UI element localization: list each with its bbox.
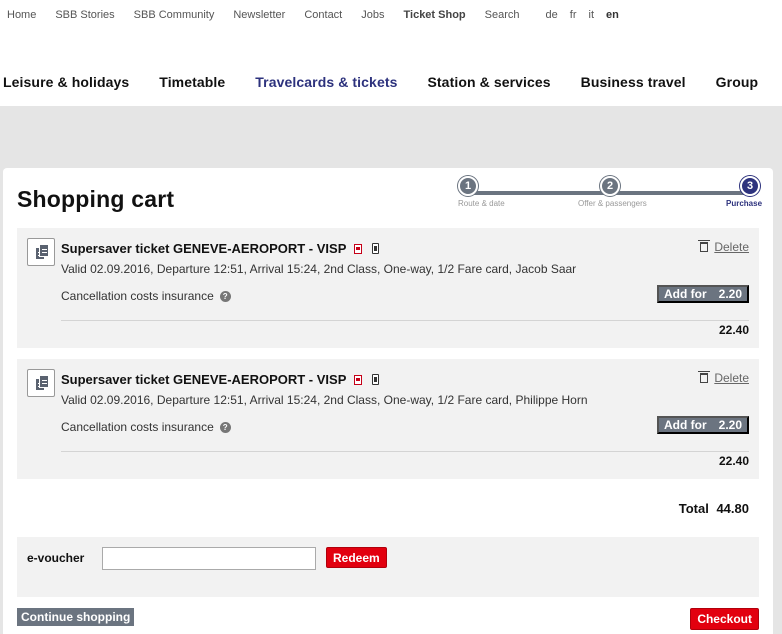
mainnav-station-services[interactable]: Station & services (427, 74, 550, 90)
cart-total: Total 44.80 (679, 501, 749, 516)
topnav-jobs-link[interactable]: Jobs (361, 9, 384, 21)
insurance-text: Cancellation costs insurance (61, 420, 214, 434)
help-icon[interactable]: ? (219, 421, 231, 433)
insurance-text: Cancellation costs insurance (61, 289, 214, 303)
item-divider (61, 320, 749, 321)
lang-en-link[interactable]: en (606, 9, 619, 21)
ticket-title: Supersaver ticket GENEVE-AEROPORT - VISP (61, 241, 386, 257)
voucher-section: e-voucher Redeem (17, 537, 759, 597)
cart-panel: Shopping cart 1 Route & date 2 Offer & p… (3, 168, 773, 634)
delete-label: Delete (714, 371, 749, 385)
ticket-title: Supersaver ticket GENEVE-AEROPORT - VISP (61, 372, 386, 388)
checkout-stepper: 1 Route & date 2 Offer & passengers 3 Pu… (458, 176, 762, 216)
insurance-label: Cancellation costs insurance ? (61, 420, 231, 434)
addfor-label: Add for (663, 287, 707, 301)
step-label: Route & date (458, 199, 505, 208)
step-label: Purchase (726, 199, 763, 208)
add-insurance-button[interactable]: Add for 2.20 (656, 416, 749, 434)
mainnav-leisure-holidays[interactable]: Leisure & holidays (3, 74, 129, 90)
trash-icon (698, 371, 711, 383)
trash-icon (698, 240, 711, 252)
mainnav-business-travel[interactable]: Business travel (581, 74, 686, 90)
step-route-date[interactable]: 1 Route & date (458, 176, 528, 208)
print-at-home-icon (353, 375, 362, 385)
mobile-ticket-icon (372, 374, 380, 385)
addfor-amount: 2.20 (718, 287, 742, 301)
total-amount: 44.80 (716, 501, 749, 516)
cart-item: Supersaver ticket GENEVE-AEROPORT - VISP… (17, 359, 759, 479)
insurance-label: Cancellation costs insurance ? (61, 289, 231, 303)
voucher-label: e-voucher (27, 551, 85, 565)
step-number: 1 (458, 176, 478, 196)
voucher-input[interactable] (102, 547, 316, 570)
ticket-detail: Valid 02.09.2016, Departure 12:51, Arriv… (61, 262, 577, 276)
addfor-label: Add for (663, 418, 707, 432)
topnav-newsletter-link[interactable]: Newsletter (233, 9, 285, 21)
step-number: 3 (740, 176, 760, 196)
step-number: 2 (600, 176, 620, 196)
total-label: Total (678, 501, 709, 516)
ticket-icon (27, 238, 55, 266)
main-nav: Leisure & holidays Timetable Travelcards… (0, 66, 782, 98)
lang-fr-link[interactable]: fr (570, 9, 577, 21)
topnav-home-link[interactable]: Home (7, 9, 36, 21)
page-title: Shopping cart (17, 186, 175, 212)
mainnav-group[interactable]: Group (716, 74, 759, 90)
mainnav-travelcards-tickets[interactable]: Travelcards & tickets (255, 74, 397, 90)
checkout-button[interactable]: Checkout (690, 608, 759, 630)
mainnav-timetable[interactable]: Timetable (159, 74, 225, 90)
add-insurance-button[interactable]: Add for 2.20 (656, 285, 749, 303)
ticket-title-text: Supersaver ticket GENEVE-AEROPORT - VISP (61, 372, 347, 387)
ticket-detail: Valid 02.09.2016, Departure 12:51, Arriv… (61, 393, 588, 407)
continue-shopping-button[interactable]: Continue shopping (17, 608, 135, 626)
topnav-search-link[interactable]: Search (485, 9, 520, 21)
step-purchase: 3 Purchase (726, 176, 782, 208)
item-price: 22.40 (718, 454, 749, 468)
item-divider (61, 451, 749, 452)
item-price: 22.40 (718, 323, 749, 337)
topnav-ticket-shop-link[interactable]: Ticket Shop (404, 9, 466, 21)
lang-de-link[interactable]: de (546, 9, 558, 21)
step-offer-passengers[interactable]: 2 Offer & passengers (578, 176, 668, 208)
lang-it-link[interactable]: it (589, 9, 595, 21)
help-icon[interactable]: ? (219, 290, 231, 302)
topnav-sbb-community-link[interactable]: SBB Community (134, 9, 215, 21)
addfor-amount: 2.20 (718, 418, 742, 432)
topnav-sbb-stories-link[interactable]: SBB Stories (55, 9, 114, 21)
cart-item: Supersaver ticket GENEVE-AEROPORT - VISP… (17, 228, 759, 348)
delete-label: Delete (714, 240, 749, 254)
mobile-ticket-icon (372, 243, 380, 254)
print-at-home-icon (353, 244, 362, 254)
topnav-contact-link[interactable]: Contact (304, 9, 342, 21)
ticket-title-text: Supersaver ticket GENEVE-AEROPORT - VISP (61, 241, 347, 256)
delete-item-button[interactable]: Delete (698, 371, 749, 385)
step-label: Offer & passengers (578, 199, 647, 208)
top-utility-nav: Home SBB Stories SBB Community Newslette… (0, 0, 782, 30)
language-switcher: de fr it en (546, 9, 631, 21)
redeem-button[interactable]: Redeem (326, 547, 387, 568)
ticket-icon (27, 369, 55, 397)
delete-item-button[interactable]: Delete (698, 240, 749, 254)
